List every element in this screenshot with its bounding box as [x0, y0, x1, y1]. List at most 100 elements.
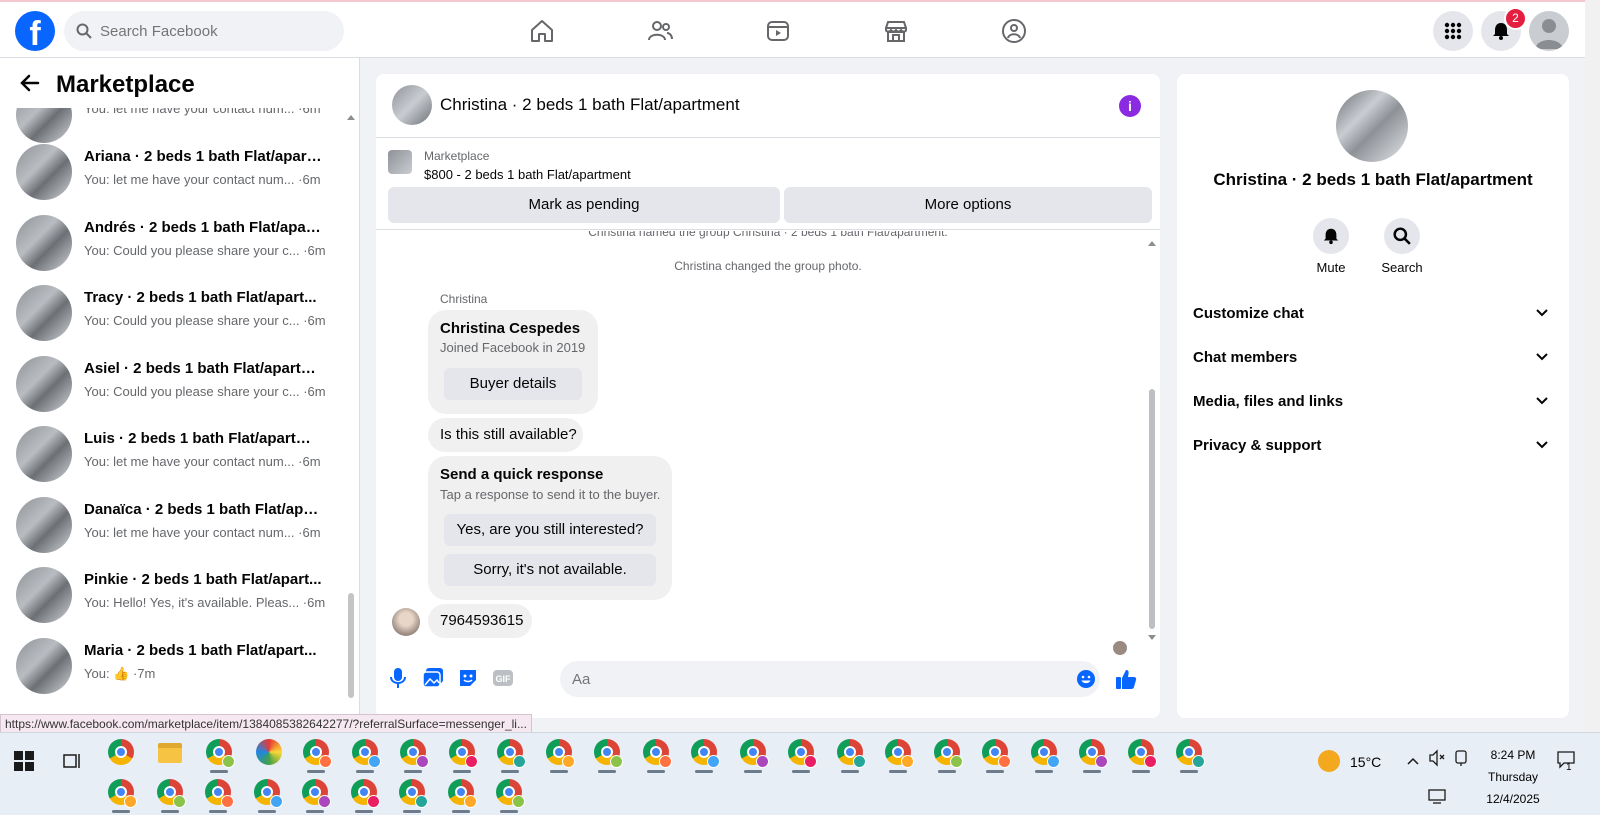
groups-icon[interactable]	[998, 15, 1030, 47]
chrome-profile-icon[interactable]	[254, 779, 283, 808]
facebook-logo-icon[interactable]: f	[15, 11, 55, 51]
chrome-profile-icon[interactable]	[982, 739, 1011, 768]
photo-icon[interactable]	[422, 667, 444, 689]
notifications-button[interactable]: 2	[1481, 7, 1527, 51]
chrome-profile-icon[interactable]	[1079, 739, 1108, 768]
sender-avatar[interactable]	[392, 608, 420, 636]
buyer-details-button[interactable]: Buyer details	[444, 368, 582, 400]
clock-date[interactable]: 12/4/2025	[1480, 792, 1546, 806]
listing-price[interactable]: $800 - 2 beds 1 bath Flat/apartment	[424, 167, 631, 182]
chrome-profile-icon[interactable]	[449, 739, 478, 768]
chrome-profile-icon[interactable]	[691, 739, 720, 768]
chat-members-section[interactable]: Chat members	[1193, 336, 1553, 380]
network-icon[interactable]	[1452, 749, 1470, 767]
windows-start-icon[interactable]	[14, 751, 34, 771]
customize-chat-section[interactable]: Customize chat	[1193, 292, 1553, 336]
chrome-profile-icon[interactable]	[643, 739, 672, 768]
group-photo[interactable]	[1336, 90, 1408, 162]
chrome-profile-icon[interactable]	[448, 779, 477, 808]
chrome-profile-icon[interactable]	[1176, 739, 1205, 768]
conversation-item[interactable]: Andrés · 2 beds 1 bath Flat/apart... You…	[16, 213, 336, 273]
task-view-icon[interactable]	[62, 751, 82, 771]
privacy-support-section[interactable]: Privacy & support	[1193, 424, 1553, 468]
bell-icon	[1323, 228, 1339, 245]
marketplace-icon[interactable]	[880, 15, 912, 47]
chevron-down-icon	[1536, 441, 1548, 449]
conversation-item[interactable]: Ariana · 2 beds 1 bath Flat/apart... You…	[16, 142, 336, 202]
clock-day[interactable]: Thursday	[1480, 770, 1546, 784]
chevron-down-icon	[1536, 353, 1548, 361]
listing-thumbnail[interactable]	[388, 150, 412, 174]
conversation-item[interactable]: Tracy · 2 beds 1 bath Flat/apart... You:…	[16, 283, 336, 343]
mute-button[interactable]: Mute	[1301, 218, 1361, 275]
chrome-profile-icon[interactable]	[302, 779, 331, 808]
chrome-profile-icon[interactable]	[885, 739, 914, 768]
quick-response-no-button[interactable]: Sorry, it's not available.	[444, 554, 656, 586]
quick-response-yes-button[interactable]: Yes, are you still interested?	[444, 514, 656, 546]
paint-icon[interactable]	[256, 739, 282, 765]
chrome-profile-icon[interactable]	[303, 739, 332, 768]
conversation-name: Pinkie · 2 beds 1 bath Flat/apart...	[84, 571, 322, 588]
page-scrollbar[interactable]	[1585, 0, 1600, 732]
conversation-preview: You: let me have your contact num... ·6m	[84, 525, 321, 540]
chrome-profile-icon[interactable]	[1031, 739, 1060, 768]
friends-icon[interactable]	[644, 15, 676, 47]
buyer-joined: Joined Facebook in 2019	[440, 340, 586, 355]
home-icon[interactable]	[526, 15, 558, 47]
conversation-item[interactable]: Luis · 2 beds 1 bath Flat/apartme... You…	[16, 424, 336, 484]
gif-icon[interactable]: GIF	[492, 667, 514, 689]
chrome-profile-icon[interactable]	[788, 739, 817, 768]
search-icon	[1393, 227, 1411, 245]
chrome-profile-icon[interactable]	[108, 779, 137, 808]
page-title: Marketplace	[56, 71, 195, 98]
message-input[interactable]	[560, 661, 1100, 697]
info-icon[interactable]: i	[1119, 95, 1141, 117]
chrome-profile-icon[interactable]	[740, 739, 769, 768]
volume-muted-icon[interactable]	[1428, 749, 1446, 767]
chrome-profile-icon[interactable]	[837, 739, 866, 768]
chrome-profile-icon[interactable]	[934, 739, 963, 768]
weather-icon[interactable]	[1318, 750, 1340, 772]
sticker-icon[interactable]	[457, 667, 479, 689]
chrome-profile-icon[interactable]	[496, 779, 525, 808]
chrome-profile-icon[interactable]	[594, 739, 623, 768]
chrome-profile-icon[interactable]	[546, 739, 575, 768]
conversation-item[interactable]: Maria · 2 beds 1 bath Flat/apart... You:…	[16, 636, 336, 696]
monitor-icon[interactable]	[1428, 789, 1446, 805]
chrome-icon[interactable]	[108, 739, 134, 765]
chat-title[interactable]: Christina · 2 beds 1 bath Flat/apartment	[440, 95, 740, 115]
like-icon[interactable]	[1114, 667, 1138, 691]
chrome-profile-icon[interactable]	[1128, 739, 1157, 768]
more-options-button[interactable]: More options	[784, 187, 1152, 223]
chat-scrollbar[interactable]	[1146, 234, 1158, 646]
chevron-up-icon[interactable]	[1406, 756, 1420, 766]
media-files-links-section[interactable]: Media, files and links	[1193, 380, 1553, 424]
search-conversation-button[interactable]: Search	[1372, 218, 1432, 275]
chrome-profile-icon[interactable]	[497, 739, 526, 768]
weather-temp[interactable]: 15°C	[1350, 754, 1381, 770]
chrome-profile-icon[interactable]	[206, 739, 235, 768]
conversation-item[interactable]: Asiel · 2 beds 1 bath Flat/apartm... You…	[16, 354, 336, 414]
back-arrow-icon[interactable]	[20, 73, 40, 93]
chrome-profile-icon[interactable]	[351, 779, 380, 808]
conversation-item[interactable]: Danaïca · 2 beds 1 bath Flat/apa... You:…	[16, 495, 336, 555]
emoji-icon[interactable]	[1076, 669, 1096, 689]
chat-avatar[interactable]	[392, 85, 432, 125]
clock-time[interactable]: 8:24 PM	[1480, 748, 1546, 762]
menu-grid-icon[interactable]	[1433, 11, 1473, 51]
search-box[interactable]	[64, 11, 344, 51]
video-icon[interactable]	[762, 15, 794, 47]
chrome-profile-icon[interactable]	[205, 779, 234, 808]
microphone-icon[interactable]	[388, 667, 408, 689]
chrome-profile-icon[interactable]	[400, 739, 429, 768]
file-explorer-icon[interactable]	[158, 743, 182, 763]
chrome-profile-icon[interactable]	[399, 779, 428, 808]
sidebar-scrollbar[interactable]	[346, 108, 356, 728]
chrome-profile-icon[interactable]	[157, 779, 186, 808]
chrome-profile-icon[interactable]	[352, 739, 381, 768]
mark-as-pending-button[interactable]: Mark as pending	[388, 187, 780, 223]
conversation-item[interactable]: Pinkie · 2 beds 1 bath Flat/apart... You…	[16, 565, 336, 625]
account-avatar[interactable]	[1529, 11, 1569, 51]
listing-thumbnail	[16, 144, 72, 200]
search-input[interactable]	[100, 11, 330, 51]
